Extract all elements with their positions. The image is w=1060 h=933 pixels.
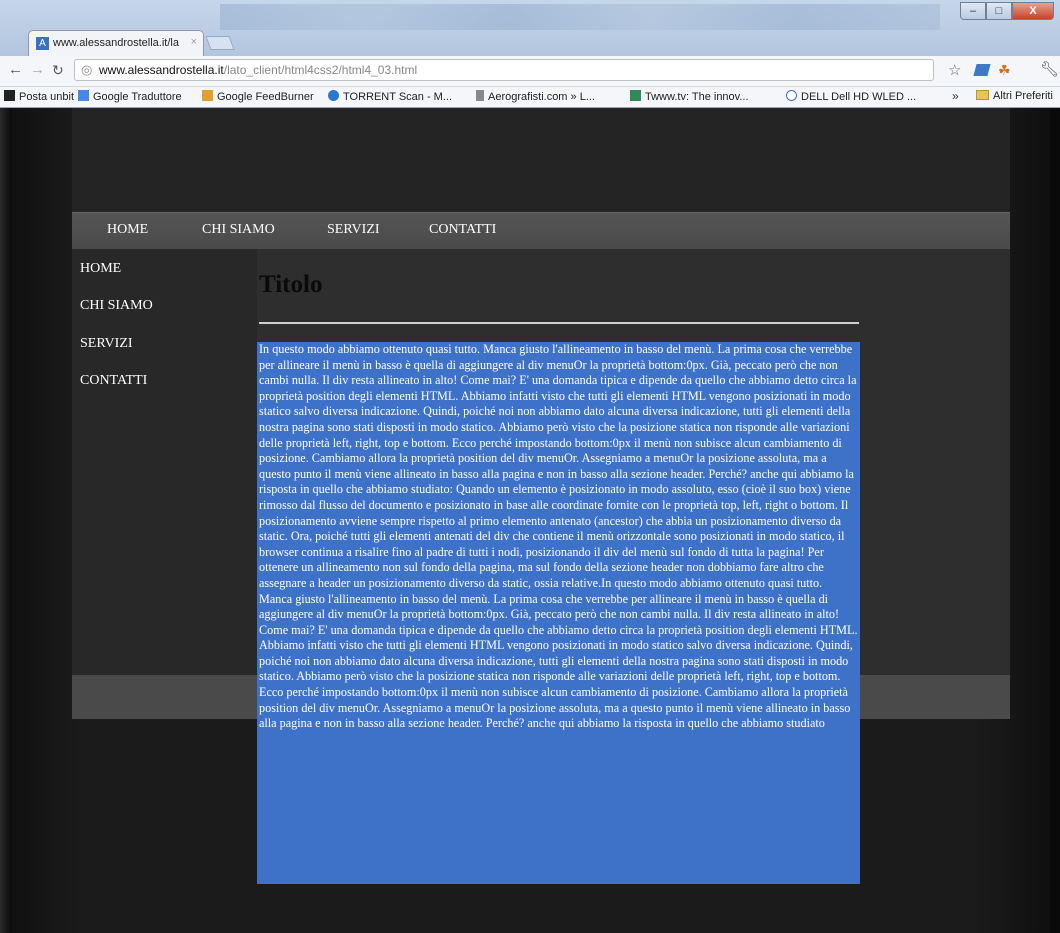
feedburner-icon	[202, 90, 213, 101]
torrent-icon	[328, 90, 339, 101]
other-bookmarks-folder[interactable]: Altri Preferiti	[976, 90, 1053, 102]
new-tab-button[interactable]	[205, 36, 235, 50]
tab-close-icon[interactable]: ×	[191, 36, 197, 48]
more-bookmarks-chevron-icon[interactable]: »	[952, 89, 959, 103]
bookmark-item[interactable]: DELL Dell HD WLED ...	[786, 90, 916, 103]
window-controls: – □ X	[960, 2, 1054, 22]
tv-icon	[630, 90, 641, 101]
page-title: Titolo	[259, 271, 323, 298]
tab-title: www.alessandrostella.it/la	[53, 37, 179, 49]
globe-icon: ◎	[81, 62, 93, 77]
site-header	[72, 108, 1010, 212]
bookmark-item[interactable]: Google FeedBurner	[202, 90, 314, 103]
bookmark-item[interactable]: TORRENT Scan - M...	[328, 90, 452, 103]
other-bookmarks-label: Altri Preferiti	[993, 90, 1053, 102]
window-left-edge	[0, 108, 12, 933]
browser-toolbar: ← → ↻ ◎ www.alessandrostella.it/lato_cli…	[0, 56, 1060, 87]
bookmark-label: TORRENT Scan - M...	[343, 91, 453, 103]
sidebar-item-contatti[interactable]: CONTATTI	[80, 373, 147, 389]
blurred-background-tabs	[220, 4, 940, 30]
bookmark-label: DELL Dell HD WLED ...	[801, 91, 917, 103]
browser-title-bar: A www.alessandrostella.it/la × – □ X	[0, 0, 1060, 56]
extension-icon[interactable]	[973, 64, 991, 76]
address-bar[interactable]: ◎ www.alessandrostella.it/lato_client/ht…	[74, 59, 934, 81]
wrench-icon[interactable]: 🔧︎	[1040, 60, 1059, 78]
translate-icon	[78, 90, 89, 101]
sidebar-item-servizi[interactable]: SERVIZI	[80, 336, 133, 352]
menu-item-home[interactable]: HOME	[107, 222, 148, 238]
selected-paragraph[interactable]: In questo modo abbiamo ottenuto quasi tu…	[257, 342, 860, 884]
sidebar-item-home[interactable]: HOME	[80, 261, 121, 277]
bookmark-label: Aerografisti.com » L...	[488, 91, 595, 103]
site-favicon-icon: A	[36, 37, 49, 50]
bookmark-item[interactable]: Google Traduttore	[78, 90, 182, 103]
url-text: www.alessandrostella.it/lato_client/html…	[99, 60, 417, 80]
extension-people-icon[interactable]: ☘	[998, 62, 1012, 78]
bookmarks-bar: Posta unbit Google Traduttore Google Fee…	[0, 87, 1060, 108]
reload-icon[interactable]: ↻	[52, 62, 64, 79]
title-divider	[259, 322, 859, 324]
bookmark-star-icon[interactable]: ☆	[948, 61, 961, 79]
window-right-edge	[1050, 108, 1060, 933]
menu-item-contatti[interactable]: CONTATTI	[429, 222, 496, 238]
menu-item-servizi[interactable]: SERVIZI	[327, 222, 380, 238]
url-host: www.alessandrostella.it	[99, 63, 224, 77]
browser-tab[interactable]: A www.alessandrostella.it/la ×	[28, 30, 204, 56]
back-arrow-icon[interactable]: ←	[8, 61, 23, 78]
dell-icon	[786, 90, 797, 101]
bookmark-item[interactable]: Aerografisti.com » L...	[476, 90, 595, 103]
url-path: /lato_client/html4css2/html4_03.html	[223, 63, 418, 77]
forward-arrow-icon[interactable]: →	[30, 61, 45, 78]
bookmark-item[interactable]: Twww.tv: The innov...	[630, 90, 749, 103]
bookmark-item[interactable]: Posta unbit	[4, 90, 74, 103]
bookmark-label: Google Traduttore	[93, 91, 182, 103]
folder-icon	[976, 90, 989, 100]
horizontal-menu: HOME CHI SIAMO SERVIZI CONTATTI	[72, 212, 1010, 249]
bookmark-label: Posta unbit	[19, 91, 75, 103]
close-window-button[interactable]: X	[1012, 2, 1054, 20]
square-icon	[4, 90, 15, 101]
maximize-button[interactable]: □	[986, 2, 1012, 20]
sidebar-item-chi-siamo[interactable]: CHI SIAMO	[80, 298, 153, 314]
bookmark-label: Google FeedBurner	[217, 91, 314, 103]
bookmark-label: Twww.tv: The innov...	[645, 91, 749, 103]
minimize-button[interactable]: –	[960, 2, 986, 20]
menu-item-chi-siamo[interactable]: CHI SIAMO	[202, 222, 275, 238]
aero-icon	[476, 90, 484, 101]
